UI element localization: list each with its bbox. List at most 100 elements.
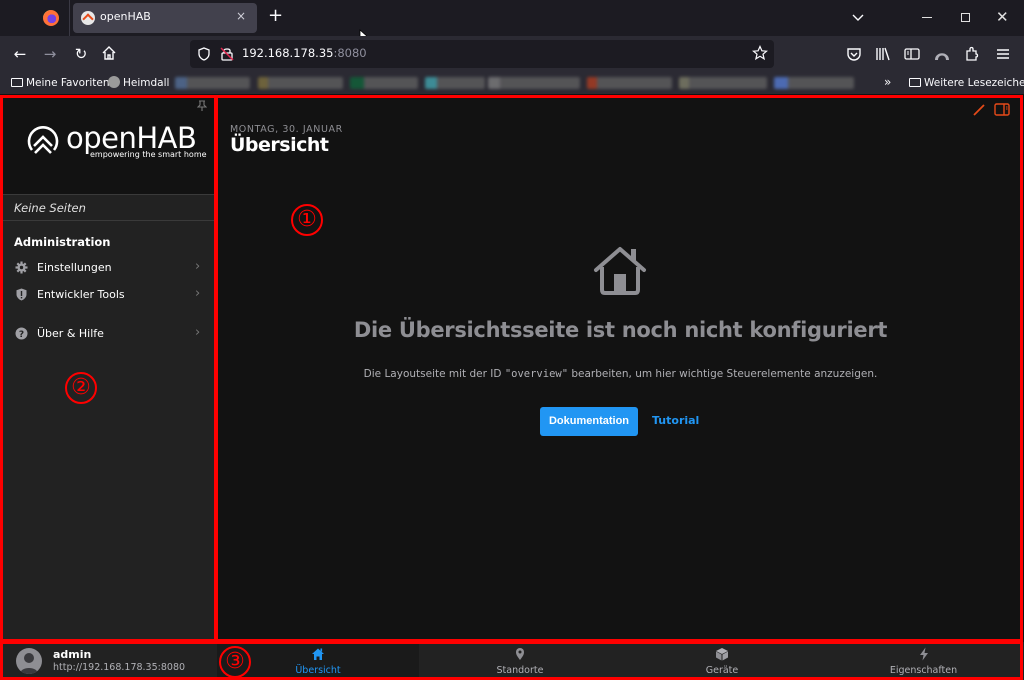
folder-icon [909, 78, 921, 87]
hamburger-menu-icon[interactable] [994, 45, 1012, 63]
tab-close-icon[interactable]: × [236, 9, 246, 23]
tracking-shield-icon[interactable] [198, 47, 210, 61]
house-icon [594, 247, 646, 295]
sidebar-item-entwickler-tools[interactable]: Entwickler Tools › [0, 282, 215, 308]
desc-text: Die Layoutseite mit der ID [363, 368, 505, 380]
empty-state-title: Die Übersichtsseite ist noch nicht konfi… [353, 318, 888, 342]
sidebar-item-einstellungen[interactable]: Einstellungen › [0, 255, 215, 281]
chevron-right-icon: › [195, 325, 201, 340]
bottom-toolbar: admin http://192.168.178.35:8080 Übersic… [0, 642, 1024, 680]
tab-eigenschaften[interactable]: Eigenschaften [823, 642, 1024, 680]
firefox-icon[interactable] [43, 10, 59, 26]
extensions-icon[interactable] [963, 45, 981, 63]
url-host: 192.168.178.35 [242, 46, 334, 60]
openhab-logo: openHAB empowering the smart home [26, 122, 207, 162]
bookmark-heimdall[interactable]: Heimdall [108, 75, 169, 91]
library-icon[interactable] [874, 45, 892, 63]
bookmark-redacted[interactable] [350, 77, 418, 89]
home-icon [312, 648, 324, 660]
chevron-right-icon: › [195, 286, 201, 301]
sidebar-item-ueber-hilfe[interactable]: ? Über & Hilfe › [0, 321, 215, 347]
browser-nav-bar: ← → ↻ 192.168.178.35:8080 [0, 36, 1024, 72]
bookmark-weitere-lesezeichen[interactable]: Weitere Lesezeichen [909, 75, 1024, 91]
side-panel-toggle-icon[interactable] [994, 103, 1010, 116]
tab-standorte[interactable]: Standorte [419, 642, 621, 680]
desc-text: bearbeiten, um hier wichtige Steuereleme… [568, 368, 878, 380]
url-text[interactable]: 192.168.178.35:8080 [242, 46, 367, 60]
bookmark-redacted[interactable] [587, 77, 672, 89]
pocket-icon[interactable] [845, 45, 863, 63]
sidebar-toggle-icon[interactable] [903, 45, 921, 63]
bookmark-redacted[interactable] [258, 77, 343, 89]
user-name: admin [53, 648, 92, 661]
administration-section-title: Administration [14, 235, 111, 249]
page-title: Übersicht [230, 134, 329, 156]
bookmark-redacted[interactable] [425, 77, 485, 89]
tab-geraete[interactable]: Geräte [621, 642, 823, 680]
documentation-button[interactable]: Dokumentation [540, 407, 638, 436]
openhab-app: openHAB empowering the smart home Keine … [0, 94, 1024, 680]
empty-state-description: Die Layoutseite mit der ID "overview" be… [215, 368, 1024, 380]
no-pages-item: Keine Seiten [0, 194, 215, 221]
tab-title: openHAB [100, 10, 151, 23]
bookmark-label: Meine Favoriten [26, 77, 110, 89]
user-silhouette-icon [20, 653, 38, 674]
pin-icon[interactable] [197, 100, 207, 112]
window-maximize-icon[interactable] [961, 13, 970, 22]
annotation-marker-3: ③ [219, 646, 251, 678]
avatar[interactable] [16, 648, 42, 674]
server-url: http://192.168.178.35:8080 [53, 662, 186, 673]
main-content: MONTAG, 30. JANUAR Übersicht Die Übersic… [215, 94, 1024, 642]
url-bar[interactable]: 192.168.178.35:8080 [190, 40, 774, 68]
bookmark-star-icon[interactable] [752, 45, 768, 61]
window-minimize-icon[interactable] [922, 17, 932, 18]
tab-label: Eigenschaften [889, 665, 958, 676]
help-icon: ? [15, 327, 28, 340]
home-button-icon[interactable] [101, 45, 117, 61]
overview-id-code: "overview" [504, 368, 569, 380]
bookmark-redacted[interactable] [679, 77, 767, 89]
tab-label: Geräte [705, 665, 739, 676]
window-close-icon[interactable]: ✕ [996, 8, 1009, 26]
bookmark-redacted[interactable] [774, 77, 854, 89]
bookmarks-bar: Meine Favoriten Heimdall » Weitere Lesez… [0, 72, 1024, 94]
sidebar-item-label: Entwickler Tools [37, 288, 125, 301]
sidebar-item-label: Über & Hilfe [37, 327, 104, 340]
account-arc-icon[interactable] [933, 45, 951, 63]
annotation-marker-1: ① [291, 204, 323, 236]
heimdall-favicon-icon [108, 76, 120, 88]
sidebar-item-label: Einstellungen [37, 261, 112, 274]
browser-tab-strip: openHAB × + ✕ [0, 0, 1024, 45]
openhab-favicon-icon [81, 11, 95, 25]
tab-label: Standorte [496, 665, 544, 676]
chevron-right-icon: › [195, 259, 201, 274]
tab-list-chevron-down-icon[interactable] [850, 9, 866, 25]
sidebar-panel: openHAB empowering the smart home Keine … [0, 94, 215, 642]
bolt-icon [919, 647, 928, 661]
insecure-lock-icon[interactable] [220, 46, 234, 61]
bookmark-redacted[interactable] [488, 77, 580, 89]
openhab-logo-icon [27, 126, 59, 154]
forward-button[interactable]: → [40, 44, 60, 64]
reload-button[interactable]: ↻ [71, 44, 91, 64]
back-button[interactable]: ← [10, 44, 30, 64]
sidebar-header: openHAB empowering the smart home [0, 94, 215, 194]
shield-icon [16, 288, 27, 301]
new-tab-button[interactable]: + [268, 6, 283, 26]
cube-icon [716, 648, 728, 661]
edit-pencil-icon[interactable] [973, 104, 985, 116]
folder-icon [11, 78, 23, 87]
tab-divider [69, 0, 70, 36]
bookmark-label: Weitere Lesezeichen [924, 77, 1024, 89]
browser-tab-openhab[interactable]: openHAB × [73, 3, 257, 33]
annotation-marker-2: ② [65, 372, 97, 404]
logo-tagline: empowering the smart home [90, 150, 207, 159]
bookmarks-overflow-chevron-icon[interactable]: » [884, 75, 891, 89]
bookmark-meine-favoriten[interactable]: Meine Favoriten [11, 75, 110, 91]
bookmark-redacted[interactable] [175, 77, 250, 89]
url-port: :8080 [333, 46, 367, 60]
tutorial-link[interactable]: Tutorial [652, 414, 699, 427]
gear-icon [15, 261, 28, 274]
bookmark-label: Heimdall [123, 77, 170, 89]
no-pages-label: Keine Seiten [14, 201, 86, 215]
